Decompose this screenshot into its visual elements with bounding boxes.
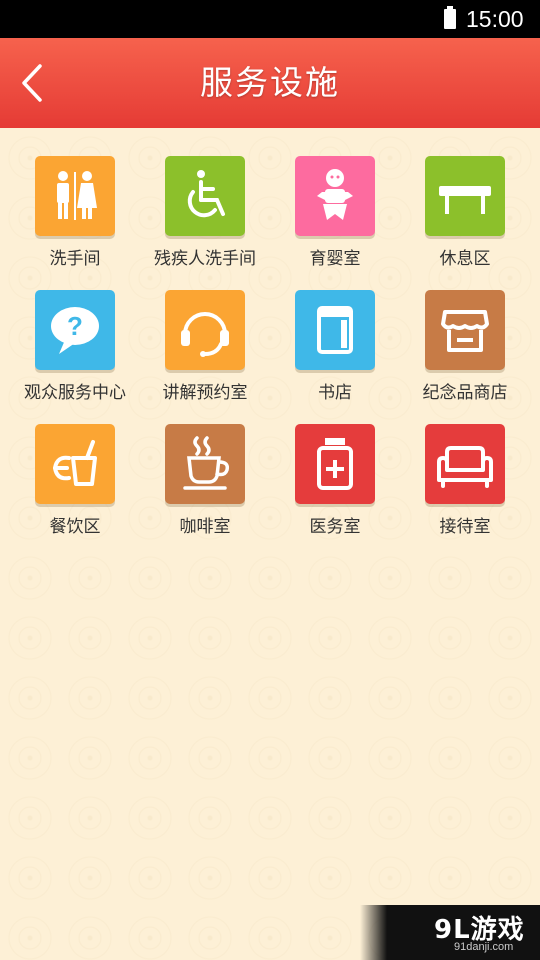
facility-dining[interactable]: 餐饮区: [10, 424, 140, 544]
wheelchair-icon: [165, 156, 245, 236]
facility-label: 纪念品商店: [422, 383, 508, 403]
facility-label: 讲解预约室: [162, 383, 248, 403]
book-icon: [295, 290, 375, 370]
facility-guide-booking[interactable]: 讲解预约室: [140, 290, 270, 410]
coffee-cup-icon: [165, 424, 245, 504]
back-button[interactable]: [12, 58, 56, 108]
facility-cafe[interactable]: 咖啡室: [140, 424, 270, 544]
battery-icon: [444, 6, 456, 29]
header-bar: 服务设施: [0, 38, 540, 128]
chevron-left-icon: [22, 64, 42, 102]
headphones-icon: [165, 290, 245, 370]
restroom-icon: [35, 156, 115, 236]
facility-label: 餐饮区: [49, 517, 101, 537]
facility-label: 休息区: [439, 249, 491, 269]
bench-icon: [425, 156, 505, 236]
facility-visitor-center[interactable]: ? 观众服务中心: [10, 290, 140, 410]
watermark-logo: 9L游戏 91danji.com: [360, 905, 540, 960]
facility-restroom[interactable]: 洗手间: [10, 156, 140, 276]
facility-accessible-restroom[interactable]: 残疾人洗手间: [140, 156, 270, 276]
page-title: 服务设施: [200, 63, 340, 102]
sofa-icon: [425, 424, 505, 504]
facility-label: 洗手间: [49, 249, 101, 269]
facility-bookstore[interactable]: 书店: [270, 290, 400, 410]
facility-clinic[interactable]: 医务室: [270, 424, 400, 544]
facility-rest-area[interactable]: 休息区: [400, 156, 530, 276]
baby-icon: [295, 156, 375, 236]
facility-label: 接待室: [439, 517, 491, 537]
facility-label: 书店: [318, 383, 352, 403]
watermark-url: 91danji.com: [454, 941, 514, 953]
facility-reception[interactable]: 接待室: [400, 424, 530, 544]
question-bubble-icon: ?: [35, 290, 115, 370]
shop-icon: [425, 290, 505, 370]
content-area: 洗手间 残疾人洗手间 育婴室 休息区 ? 观众服务中心 讲解预约室 书店 纪念品…: [0, 128, 540, 960]
facility-label: 观众服务中心: [24, 383, 126, 403]
facility-label: 育婴室: [309, 249, 361, 269]
facility-souvenir-shop[interactable]: 纪念品商店: [400, 290, 530, 410]
facility-label: 医务室: [309, 517, 361, 537]
svg-text:?: ?: [67, 311, 83, 341]
status-time: 15:00: [466, 6, 524, 32]
status-bar: 15:00: [0, 0, 540, 38]
medicine-icon: [295, 424, 375, 504]
drink-icon: [35, 424, 115, 504]
facility-nursery[interactable]: 育婴室: [270, 156, 400, 276]
facility-label: 残疾人洗手间: [154, 249, 256, 269]
facility-label: 咖啡室: [179, 517, 231, 537]
